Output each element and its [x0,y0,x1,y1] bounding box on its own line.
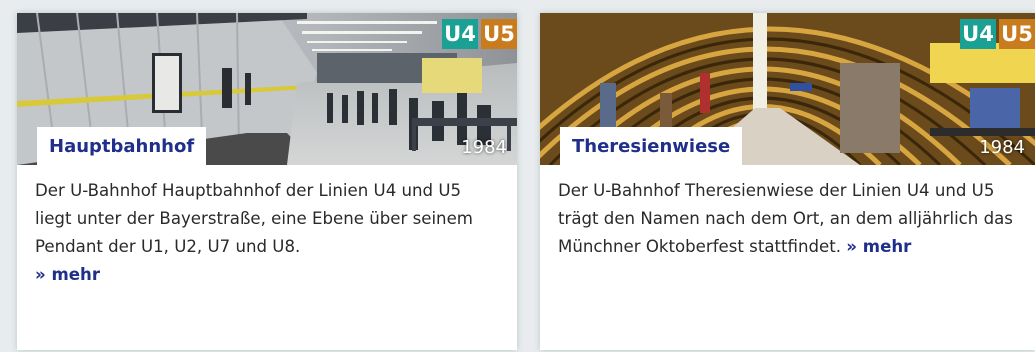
line-badges: U4 U5 [442,19,517,49]
station-name-label[interactable]: Hauptbahnhof [37,127,207,165]
station-name-label[interactable]: Theresienwiese [560,127,743,165]
line-badge-u4: U4 [442,19,478,49]
station-description: Der U-Bahnhof Hauptbahnhof der Linien U4… [17,165,517,289]
line-badges: U4 U5 [960,19,1035,49]
line-badge-u5: U5 [481,19,517,49]
opening-year: 1984 [979,137,1025,158]
more-link[interactable]: » mehr [846,237,911,256]
description-text: Der U-Bahnhof Hauptbahnhof der Linien U4… [35,181,473,256]
station-description: Der U-Bahnhof Theresienwiese der Linien … [540,165,1035,261]
line-badge-u4: U4 [960,19,996,49]
description-text: Der U-Bahnhof Theresienwiese der Linien … [558,181,1013,256]
line-badge-u5: U5 [999,19,1035,49]
station-photo-hauptbahnhof[interactable]: U4 U5 Hauptbahnhof 1984 [17,13,517,165]
station-photo-theresienwiese[interactable]: U4 U5 Theresienwiese 1984 [540,13,1035,165]
station-card-theresienwiese[interactable]: U4 U5 Theresienwiese 1984 Der U-Bahnhof … [540,13,1035,350]
more-link[interactable]: » mehr [35,265,100,284]
station-card-hauptbahnhof[interactable]: U4 U5 Hauptbahnhof 1984 Der U-Bahnhof Ha… [17,13,517,350]
opening-year: 1984 [461,137,507,158]
